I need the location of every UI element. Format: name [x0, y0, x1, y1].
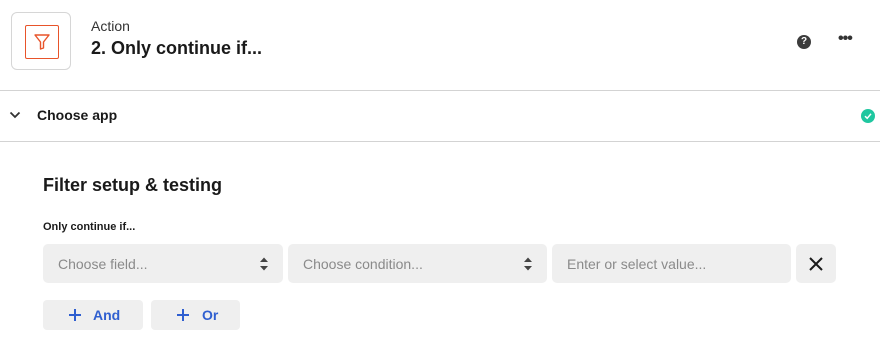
field-select-placeholder: Choose field...: [58, 256, 148, 272]
step-title[interactable]: 2. Only continue if...: [91, 38, 262, 59]
condition-select-placeholder: Choose condition...: [303, 256, 423, 272]
value-input[interactable]: Enter or select value...: [552, 244, 791, 283]
value-input-placeholder: Enter or select value...: [567, 256, 707, 272]
add-and-button[interactable]: And: [43, 300, 143, 330]
filter-title: Filter setup & testing: [43, 175, 223, 195]
sort-arrows-icon: [524, 257, 532, 271]
check-circle-icon: [861, 109, 875, 123]
condition-select[interactable]: Choose condition...: [288, 244, 547, 283]
more-icon[interactable]: •••: [838, 30, 853, 48]
remove-rule-button[interactable]: [796, 244, 836, 283]
add-and-label: And: [93, 307, 121, 323]
plus-icon: [69, 309, 81, 321]
field-select[interactable]: Choose field...: [43, 244, 283, 283]
step-header: Action 2. Only continue if... ? •••: [0, 0, 880, 90]
choose-app-section[interactable]: Choose app: [0, 91, 880, 141]
close-icon: [809, 257, 823, 271]
filter-icon: [25, 25, 59, 59]
rule-label: Only continue if...: [43, 221, 136, 233]
section-label[interactable]: Choose app: [37, 107, 117, 123]
add-or-button[interactable]: Or: [151, 300, 240, 330]
add-or-label: Or: [202, 307, 219, 323]
chevron-down-icon[interactable]: [9, 110, 21, 120]
app-tile[interactable]: [11, 12, 71, 70]
step-kind: Action: [91, 18, 130, 34]
sort-arrows-icon: [260, 257, 268, 271]
help-icon[interactable]: ?: [797, 35, 811, 49]
divider: [0, 141, 880, 142]
plus-icon: [177, 309, 189, 321]
